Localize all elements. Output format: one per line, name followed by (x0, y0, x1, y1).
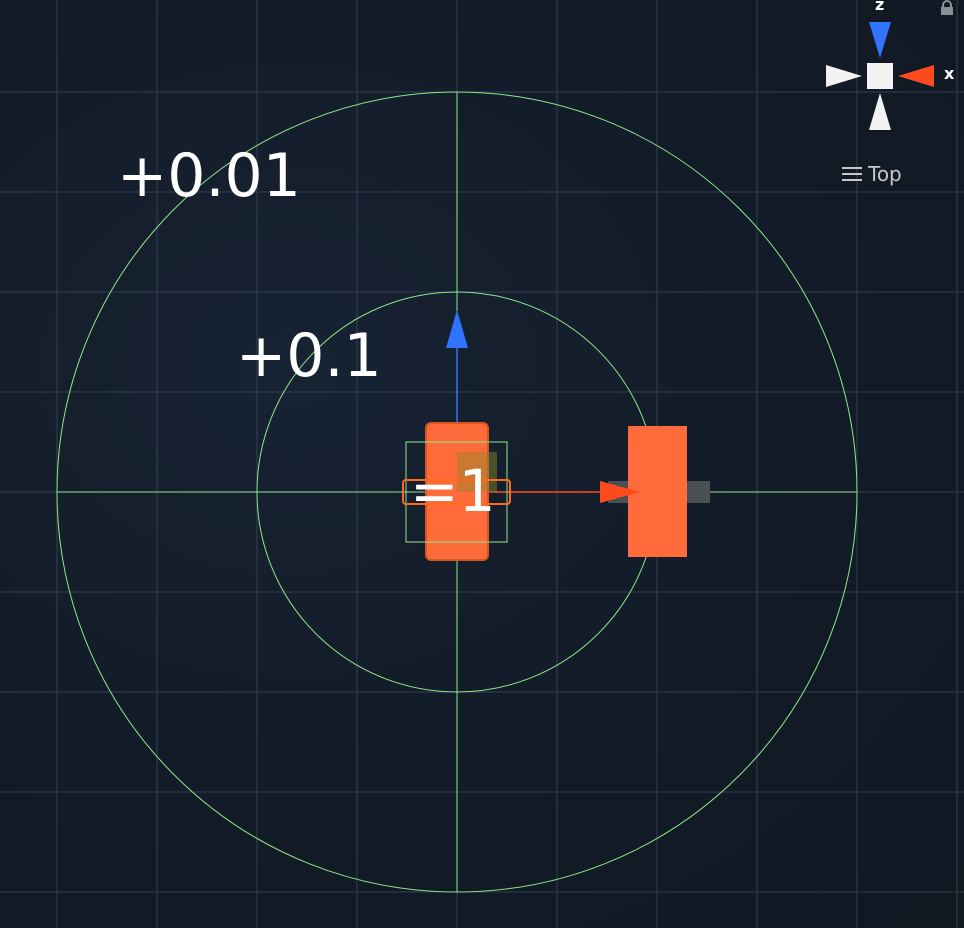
lock-icon[interactable] (939, 0, 955, 16)
gizmo-neg-z-cone-icon[interactable] (869, 93, 891, 130)
z-arrow-icon[interactable] (446, 310, 468, 348)
scene-viewport[interactable]: +0.01 +0.1 =1 z x Top (0, 0, 964, 928)
menu-icon (842, 167, 862, 181)
orientation-gizmo-graphic[interactable] (818, 0, 964, 140)
gizmo-z-label: z (875, 0, 885, 14)
view-name-label: Top (868, 162, 902, 186)
view-mode-button[interactable]: Top (842, 162, 902, 186)
gizmo-z-cone-icon[interactable] (869, 22, 891, 58)
gizmo-x-cone-icon[interactable] (898, 65, 934, 87)
gizmo-center-cube[interactable] (867, 63, 893, 89)
gizmo-x-label: x (944, 64, 955, 83)
center-snap-label: =1 (410, 457, 496, 525)
gizmo-neg-x-cone-icon[interactable] (826, 65, 862, 87)
middle-snap-label: +0.1 (236, 321, 382, 391)
outer-snap-label: +0.01 (117, 141, 301, 211)
